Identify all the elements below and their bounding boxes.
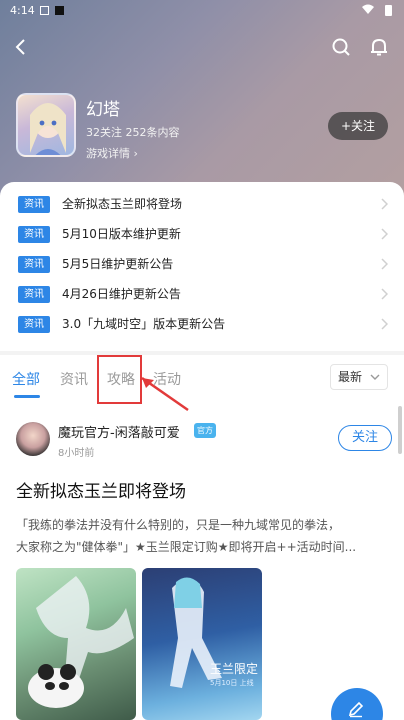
chevron-right-icon [381, 228, 388, 240]
status-time: 4:14 [10, 4, 35, 17]
tab-underline [14, 395, 40, 398]
chevron-right-icon [381, 288, 388, 300]
chevron-right-icon [381, 198, 388, 210]
news-tag: 资讯 [18, 316, 50, 333]
post-excerpt-line: 「我练的拳法并没有什么特别的，只是一种九域常见的拳法， [16, 518, 341, 532]
wifi-icon [362, 4, 374, 14]
post-image[interactable] [16, 568, 136, 720]
game-icon[interactable] [16, 93, 76, 157]
notification-icon [55, 6, 64, 15]
news-item[interactable]: 资讯 5月10日版本维护更新 [18, 224, 388, 244]
post-title[interactable]: 全新拟态玉兰即将登场 [16, 477, 186, 502]
news-item[interactable]: 资讯 5月5日维护更新公告 [18, 254, 388, 274]
game-details-link[interactable]: 游戏详情 › [86, 145, 138, 161]
news-tag: 资讯 [18, 256, 50, 273]
sort-selected: 最新 [338, 370, 363, 384]
news-tag: 资讯 [18, 196, 50, 213]
news-tag: 资讯 [18, 226, 50, 243]
panda-character-icon [28, 576, 134, 708]
post-excerpt: 「我练的拳法并没有什么特别的，只是一种九域常见的拳法， 大家称之为"健体拳"」★… [16, 514, 392, 558]
news-text: 4月26日维护更新公告 [62, 287, 181, 301]
author-name[interactable]: 魔玩官方-闲落敲可爱 [58, 422, 180, 441]
chevron-right-icon [381, 318, 388, 330]
game-title: 幻塔 [86, 100, 120, 120]
news-text: 5月10日版本维护更新 [62, 227, 181, 241]
news-item[interactable]: 资讯 4月26日维护更新公告 [18, 284, 388, 304]
compose-button[interactable] [331, 688, 383, 720]
tab-news[interactable]: 资讯 [60, 369, 88, 389]
news-list: 资讯 全新拟态玉兰即将登场 资讯 5月10日版本维护更新 资讯 5月5日维护更新… [0, 182, 404, 350]
status-bar: 4:14 [0, 0, 404, 22]
post-time: 8小时前 [58, 448, 95, 459]
search-icon[interactable] [330, 36, 352, 58]
yulan-character-icon [170, 577, 222, 688]
game-character-icon [30, 103, 66, 155]
tab-all[interactable]: 全部 [12, 369, 40, 389]
image-subcaption: 5月10日 上线 [210, 679, 254, 687]
battery-icon [385, 5, 392, 16]
official-badge: 官方 [194, 423, 216, 438]
game-stats: 32关注 252条内容 [86, 126, 180, 139]
news-text: 全新拟态玉兰即将登场 [62, 197, 183, 211]
chevron-down-icon [370, 374, 380, 380]
news-text: 5月5日维护更新公告 [62, 257, 174, 271]
section-divider [0, 351, 404, 355]
edit-icon [348, 701, 364, 718]
news-item[interactable]: 资讯 3.0「九域时空」版本更新公告 [18, 314, 388, 334]
chevron-right-icon [381, 258, 388, 270]
post-image[interactable]: 玉兰限定 5月10日 上线 [142, 568, 262, 720]
bell-icon[interactable] [368, 36, 390, 58]
image-caption: 玉兰限定 [210, 662, 259, 676]
back-icon[interactable] [10, 36, 32, 58]
sort-select[interactable]: 最新 [330, 364, 388, 390]
post-excerpt-line: 大家称之为"健体拳"」★玉兰限定订购★即将开启++活动时间... [16, 540, 357, 554]
follow-author-button[interactable]: 关注 [338, 425, 392, 451]
highlight-box [97, 355, 142, 404]
news-tag: 资讯 [18, 286, 50, 303]
notification-icon [40, 6, 49, 15]
avatar[interactable] [16, 422, 50, 456]
scrollbar[interactable] [398, 406, 402, 454]
news-item[interactable]: 资讯 全新拟态玉兰即将登场 [18, 194, 388, 214]
follow-game-button[interactable]: +关注 [328, 112, 388, 140]
news-text: 3.0「九域时空」版本更新公告 [62, 317, 226, 331]
